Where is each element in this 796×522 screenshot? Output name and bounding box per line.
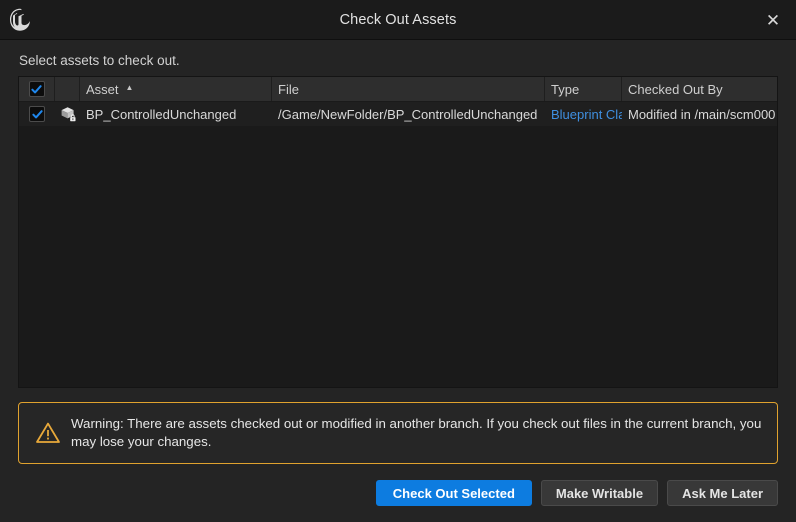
window-title: Check Out Assets bbox=[339, 11, 457, 28]
asset-list-panel: Asset ▲ File Type Checked Out By BP_Cont… bbox=[18, 76, 778, 388]
column-header-icon[interactable] bbox=[55, 77, 80, 101]
warning-banner: Warning: There are assets checked out or… bbox=[18, 402, 778, 464]
column-header-checked-out-by[interactable]: Checked Out By bbox=[622, 77, 777, 101]
table-header-row: Asset ▲ File Type Checked Out By bbox=[19, 77, 777, 102]
dialog-button-row: Check Out Selected Make Writable Ask Me … bbox=[18, 480, 778, 506]
ask-me-later-button[interactable]: Ask Me Later bbox=[667, 480, 778, 506]
select-all-checkbox[interactable] bbox=[28, 81, 45, 97]
column-header-file[interactable]: File bbox=[272, 77, 545, 101]
warning-triangle-icon bbox=[31, 421, 65, 445]
column-header-select-all[interactable] bbox=[19, 77, 55, 101]
column-header-type-label: Type bbox=[551, 81, 580, 97]
row-checkbox[interactable] bbox=[29, 106, 45, 122]
column-header-asset-label: Asset bbox=[86, 81, 119, 97]
sort-ascending-icon: ▲ bbox=[125, 83, 134, 92]
row-asset-name: BP_ControlledUnchanged bbox=[86, 106, 237, 122]
instruction-text: Select assets to check out. bbox=[19, 53, 180, 68]
column-header-type[interactable]: Type bbox=[545, 77, 622, 101]
blueprint-locked-icon bbox=[61, 107, 75, 122]
row-asset-type: Blueprint Class bbox=[551, 106, 622, 122]
unreal-engine-logo-icon bbox=[0, 0, 40, 40]
table-row[interactable]: BP_ControlledUnchanged /Game/NewFolder/B… bbox=[19, 102, 777, 126]
row-select-cell[interactable] bbox=[19, 102, 55, 126]
title-bar: Check Out Assets ✕ bbox=[0, 0, 796, 40]
column-header-asset[interactable]: Asset ▲ bbox=[80, 77, 272, 101]
make-writable-button[interactable]: Make Writable bbox=[540, 480, 659, 506]
column-header-checked-out-by-label: Checked Out By bbox=[628, 81, 723, 97]
check-out-selected-button[interactable]: Check Out Selected bbox=[375, 480, 532, 506]
row-file-path: /Game/NewFolder/BP_ControlledUnchanged bbox=[278, 106, 538, 122]
row-icon-cell bbox=[55, 102, 80, 126]
warning-text: Warning: There are assets checked out or… bbox=[71, 415, 762, 449]
close-icon[interactable]: ✕ bbox=[750, 0, 796, 40]
row-checked-out-by: Modified in /main/scm000 bbox=[628, 106, 776, 122]
column-header-file-label: File bbox=[278, 81, 299, 97]
dialog-body: Select assets to check out. Asset ▲ File bbox=[0, 40, 796, 506]
